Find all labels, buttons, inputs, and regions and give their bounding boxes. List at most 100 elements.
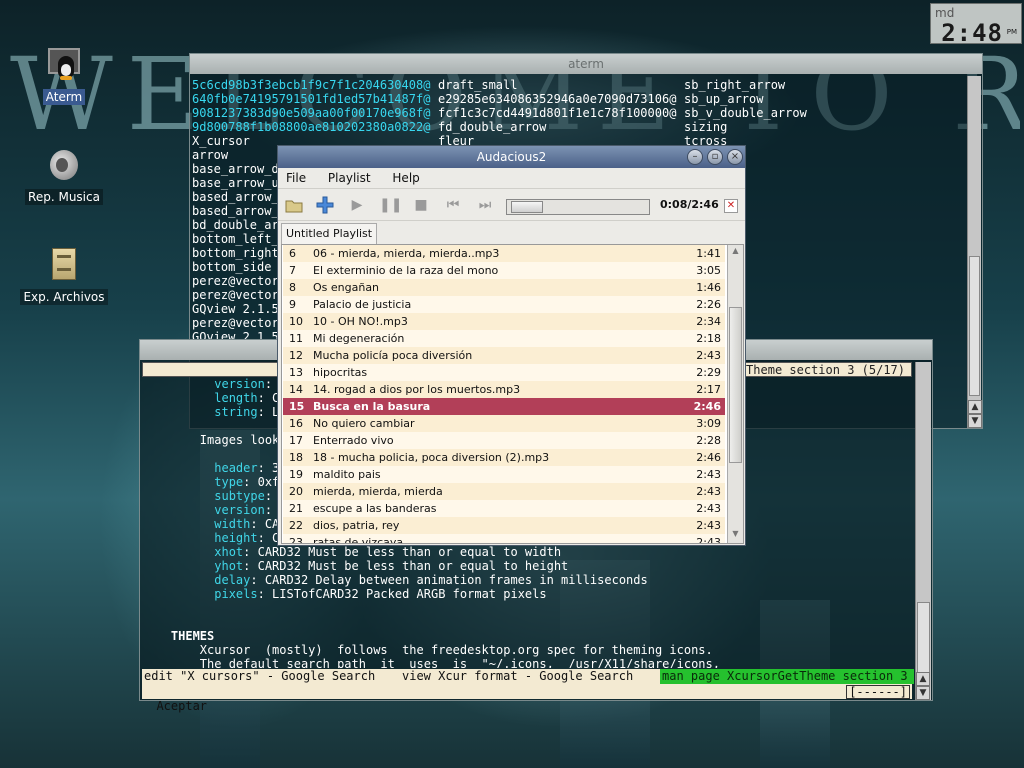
man-line: yhot: CARD32 Must be less than or equal …: [214, 559, 569, 573]
menu-playlist[interactable]: Playlist: [325, 171, 374, 185]
playlist-row[interactable]: 21 escupe a las banderas 2:43: [283, 500, 725, 517]
track-title: Enterrado vivo: [313, 434, 394, 447]
track-number: 18: [289, 451, 303, 464]
track-duration: 2:43: [696, 468, 721, 481]
next-track-icon[interactable]: ⏭: [475, 195, 495, 215]
status-link-1[interactable]: edit "X cursors" - Google Search: [142, 669, 396, 684]
playlist-row[interactable]: 7 El exterminio de la raza del mono 3:05: [283, 262, 725, 279]
playlist-row[interactable]: 10 10 - OH NO!.mp3 2:34: [283, 313, 725, 330]
desktop-icon-label: Rep. Musica: [25, 189, 103, 205]
track-number: 7: [289, 264, 296, 277]
clock-time: 2:48: [941, 19, 1003, 47]
audacious-toolbar: ▶ ❚❚ ■ ⏮ ⏭ 0:08/2:46 ✕: [278, 189, 745, 221]
scroll-up-arrow-icon[interactable]: ▲: [968, 400, 982, 414]
track-number: 22: [289, 519, 303, 532]
playlist-scroll-thumb[interactable]: [729, 307, 742, 463]
seek-slider-thumb[interactable]: [511, 201, 543, 213]
clock-ampm: PM: [1006, 28, 1017, 36]
playlist-view[interactable]: 6 06 - mierda, mierda, mierda..mp3 1:41 7 El…: [281, 244, 744, 544]
previous-track-icon[interactable]: ⏮: [443, 195, 463, 215]
status-link-3[interactable]: man page XcursorGetTheme section 3: [660, 669, 914, 684]
track-duration: 2:17: [696, 383, 721, 396]
man-scroll-thumb[interactable]: [917, 602, 930, 682]
close-playlist-icon[interactable]: ✕: [724, 199, 738, 213]
track-title: Mucha policía poca diversión: [313, 349, 473, 362]
playlist-row[interactable]: 23 ratas de vizcaya 2:43: [283, 534, 725, 544]
command-text: Aceptar: [156, 699, 208, 713]
desktop-icon-music[interactable]: Rep. Musica: [14, 146, 114, 205]
aterm-scrollbar[interactable]: ▲ ▼: [967, 76, 982, 428]
track-title: escupe a las banderas: [313, 502, 437, 515]
playlist-row[interactable]: 9 Palacio de justicia 2:26: [283, 296, 725, 313]
track-duration: 1:41: [696, 247, 721, 260]
track-title: maldito pais: [313, 468, 381, 481]
playback-time: 0:08/2:46: [660, 198, 719, 211]
man-line: [142, 601, 912, 615]
speaker-icon: [46, 146, 82, 182]
track-title: 14. rogad a dios por los muertos.mp3: [313, 383, 521, 396]
menu-file[interactable]: File: [283, 171, 309, 185]
clock-user: md: [935, 6, 955, 20]
desktop-icon-label: Aterm: [42, 89, 86, 105]
desktop-icon-files[interactable]: Exp. Archivos: [14, 246, 114, 305]
playlist-row[interactable]: 14 14. rogad a dios por los muertos.mp3 2:…: [283, 381, 725, 398]
playlist-row[interactable]: 13 hipocritas 2:29: [283, 364, 725, 381]
aterm-scroll-thumb[interactable]: [969, 256, 980, 396]
playlist-row[interactable]: 19 maldito pais 2:43: [283, 466, 725, 483]
playlist-row[interactable]: 8 Os engañan 1:46: [283, 279, 725, 296]
pause-icon[interactable]: ❚❚: [379, 195, 402, 215]
audacious-titlebar[interactable]: Audacious2 – ▫ ×: [278, 146, 745, 168]
scroll-up-arrow-icon[interactable]: ▲: [729, 246, 742, 259]
playlist-row[interactable]: 18 18 - mucha policia, poca diversion (2)…: [283, 449, 725, 466]
command-line[interactable]: Aceptar [------]: [142, 684, 912, 713]
playlist-row[interactable]: 15 Busca en la basura 2:46: [283, 398, 725, 415]
scroll-up-arrow-icon[interactable]: ▲: [916, 672, 930, 686]
man-line: [142, 615, 912, 629]
stop-icon[interactable]: ■: [411, 195, 431, 215]
status-link-2[interactable]: view Xcur format - Google Search: [400, 669, 658, 684]
aterm-line: 5c6cd98b3f3ebcb1f9c7f1c204630408@: [192, 78, 431, 92]
seek-slider[interactable]: [506, 199, 650, 215]
track-title: No quiero cambiar: [313, 417, 415, 430]
lynx-status-bar: edit "X cursors" - Google Search view Xc…: [142, 669, 914, 684]
track-number: 6: [289, 247, 296, 260]
menu-help[interactable]: Help: [389, 171, 422, 185]
playlist-row[interactable]: 6 06 - mierda, mierda, mierda..mp3 1:41: [283, 245, 725, 262]
track-number: 11: [289, 332, 303, 345]
aterm-titlebar[interactable]: aterm: [190, 54, 982, 74]
track-title: Mi degeneración: [313, 332, 405, 345]
tab-untitled-playlist[interactable]: Untitled Playlist: [281, 223, 378, 244]
track-duration: 3:09: [696, 417, 721, 430]
playlist-row[interactable]: 16 No quiero cambiar 3:09: [283, 415, 725, 432]
man-line: delay: CARD32 Delay between animation fr…: [214, 573, 648, 587]
track-duration: 3:05: [696, 264, 721, 277]
playlist-row[interactable]: 11 Mi degeneración 2:18: [283, 330, 725, 347]
scroll-down-arrow-icon[interactable]: ▼: [729, 529, 742, 542]
track-title: ratas de vizcaya: [313, 536, 404, 544]
playlist-row[interactable]: 12 Mucha policía poca diversión 2:43: [283, 347, 725, 364]
close-icon[interactable]: ×: [727, 149, 743, 165]
playlist-scrollbar[interactable]: ▲ ▼: [727, 245, 743, 543]
file-cabinet-icon: [46, 246, 82, 282]
man-scrollbar[interactable]: ▲ ▼: [915, 362, 931, 700]
man-line: Xcursor (mostly) follows the freedesktop…: [142, 643, 713, 657]
track-duration: 2:28: [696, 434, 721, 447]
track-title: El exterminio de la raza del mono: [313, 264, 499, 277]
playlist-row[interactable]: 22 dios, patria, rey 2:43: [283, 517, 725, 534]
playlist-rows: 6 06 - mierda, mierda, mierda..mp3 1:41 7 El…: [283, 245, 725, 544]
play-icon[interactable]: ▶: [347, 195, 367, 215]
scroll-down-arrow-icon[interactable]: ▼: [968, 414, 982, 428]
track-title: mierda, mierda, mierda: [313, 485, 443, 498]
playlist-row[interactable]: 17 Enterrado vivo 2:28: [283, 432, 725, 449]
terminal-penguin-icon: [46, 46, 82, 82]
scroll-down-arrow-icon[interactable]: ▼: [916, 686, 930, 700]
track-number: 15: [289, 400, 305, 413]
audacious-window[interactable]: Audacious2 – ▫ × File Playlist Help ▶ ❚❚…: [277, 145, 746, 546]
track-number: 14: [289, 383, 303, 396]
minimize-icon[interactable]: –: [687, 149, 703, 165]
open-folder-icon[interactable]: [284, 195, 304, 215]
playlist-row[interactable]: 20 mierda, mierda, mierda 2:43: [283, 483, 725, 500]
maximize-icon[interactable]: ▫: [707, 149, 723, 165]
desktop-icon-aterm[interactable]: Aterm: [14, 46, 114, 105]
add-plus-icon[interactable]: [315, 195, 335, 215]
